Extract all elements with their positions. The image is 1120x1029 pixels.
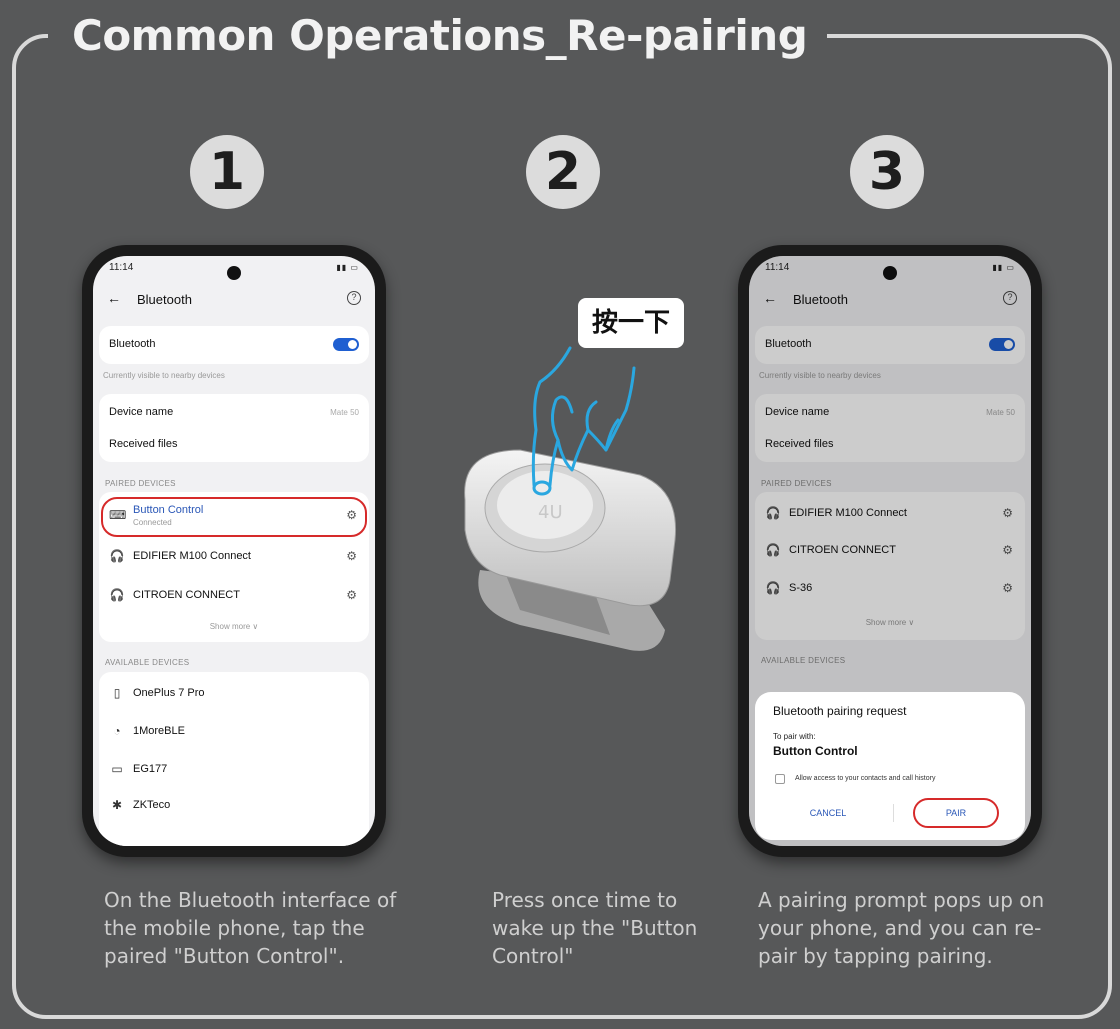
device-name: ZKTeco: [133, 799, 171, 811]
phone-screen: 11:14 ▮▮ ▭ ← Bluetooth ? Bluetooth Curre…: [93, 256, 375, 846]
device-name: EG177: [133, 763, 168, 775]
device-name: 1MoreBLE: [133, 725, 185, 737]
press-once-label: 按一下: [578, 298, 684, 348]
visible-text: Currently visible to nearby devices: [103, 371, 225, 380]
phone-icon: ▯: [113, 686, 121, 700]
bluetooth-toggle[interactable]: [333, 338, 359, 351]
bluetooth-toggle-card: Bluetooth: [99, 326, 369, 364]
caption-line: On the Bluetooth interface of: [104, 888, 397, 912]
title-wrap: Common Operations_Re-pairing: [48, 6, 828, 66]
help-icon[interactable]: ?: [347, 291, 361, 305]
page-title: Common Operations_Re-pairing: [72, 11, 808, 60]
cancel-button[interactable]: CANCEL: [793, 808, 863, 818]
dialog-title: Bluetooth pairing request: [773, 704, 907, 718]
pairing-dialog: Bluetooth pairing request To pair with: …: [755, 692, 1025, 840]
phone-step-3: 11:14 ▮▮ ▭ ← Bluetooth ? Bluetooth Curre…: [738, 245, 1042, 857]
bluetooth-label: Bluetooth: [109, 338, 156, 350]
device-name-value: Mate 50: [330, 408, 359, 417]
signal-battery-icon: ▮▮ ▭: [336, 263, 359, 272]
dialog-device-name: Button Control: [773, 744, 858, 758]
show-more-label: Show more: [209, 622, 251, 631]
step-3-number: 3: [850, 135, 924, 209]
allow-access-label: Allow access to your contacts and call h…: [795, 775, 936, 782]
dialog-to-pair: To pair with:: [773, 732, 816, 741]
device-logo: 4U: [538, 502, 563, 523]
caption-line: your phone, and you can re-: [758, 916, 1042, 940]
step-1-caption: On the Bluetooth interface of the mobile…: [104, 886, 396, 970]
bluetooth-header: ← Bluetooth ?: [107, 290, 361, 314]
paired-section-label: PAIRED DEVICES: [105, 479, 176, 488]
status-bar: 11:14 ▮▮ ▭: [109, 262, 359, 278]
device-name: OnePlus 7 Pro: [133, 687, 205, 699]
caption-line: pair by tapping pairing.: [758, 944, 993, 968]
highlight-ring: [101, 497, 367, 537]
device-name-label: Device name: [109, 406, 174, 418]
available-devices-card: ▯ OnePlus 7 Pro ◔ 1MoreBLE ▭ EG177 ✱ ZKT…: [99, 672, 369, 846]
gear-icon[interactable]: ⚙: [346, 588, 357, 602]
caption-line: Press once time to: [492, 888, 678, 912]
device-name: EDIFIER M100 Connect: [133, 550, 251, 562]
caption-line: Control": [492, 944, 574, 968]
status-time: 11:14: [109, 262, 134, 273]
button-divider: [893, 804, 894, 822]
laptop-icon: ▭: [111, 762, 123, 776]
phone-step-1: 11:14 ▮▮ ▭ ← Bluetooth ? Bluetooth Curre…: [82, 245, 386, 857]
header-title: Bluetooth: [137, 292, 192, 307]
step-2-caption: Press once time to wake up the "Button C…: [492, 886, 697, 970]
available-section-label: AVAILABLE DEVICES: [105, 658, 190, 667]
step-3-caption: A pairing prompt pops up on your phone, …: [758, 886, 1044, 970]
step-2-number: 2: [526, 135, 600, 209]
device-name-row[interactable]: Device name Mate 50: [109, 406, 359, 418]
allow-access-checkbox[interactable]: [775, 774, 785, 784]
bluetooth-icon: ✱: [111, 798, 123, 812]
headphones-icon: 🎧: [109, 588, 125, 602]
caption-line: A pairing prompt pops up on: [758, 888, 1045, 912]
received-files-label: Received files: [109, 438, 178, 450]
gear-icon[interactable]: ⚙: [346, 549, 357, 563]
phone-screen: 11:14 ▮▮ ▭ ← Bluetooth ? Bluetooth Curre…: [749, 256, 1031, 846]
caption-line: paired "Button Control".: [104, 944, 345, 968]
caption-line: the mobile phone, tap the: [104, 916, 365, 940]
device-settings-card: Device name Mate 50 Received files: [99, 394, 369, 462]
received-files-row[interactable]: Received files: [109, 438, 359, 450]
caption-line: wake up the "Button: [492, 916, 698, 940]
show-more-link[interactable]: Show more ∨: [99, 622, 369, 631]
device-name: CITROEN CONNECT: [133, 589, 240, 601]
speaker-icon: ◔: [113, 724, 121, 738]
step-1-number: 1: [190, 135, 264, 209]
pair-button[interactable]: PAIR: [913, 798, 999, 828]
back-arrow-icon[interactable]: ←: [107, 290, 121, 306]
headphones-icon: 🎧: [109, 549, 125, 563]
